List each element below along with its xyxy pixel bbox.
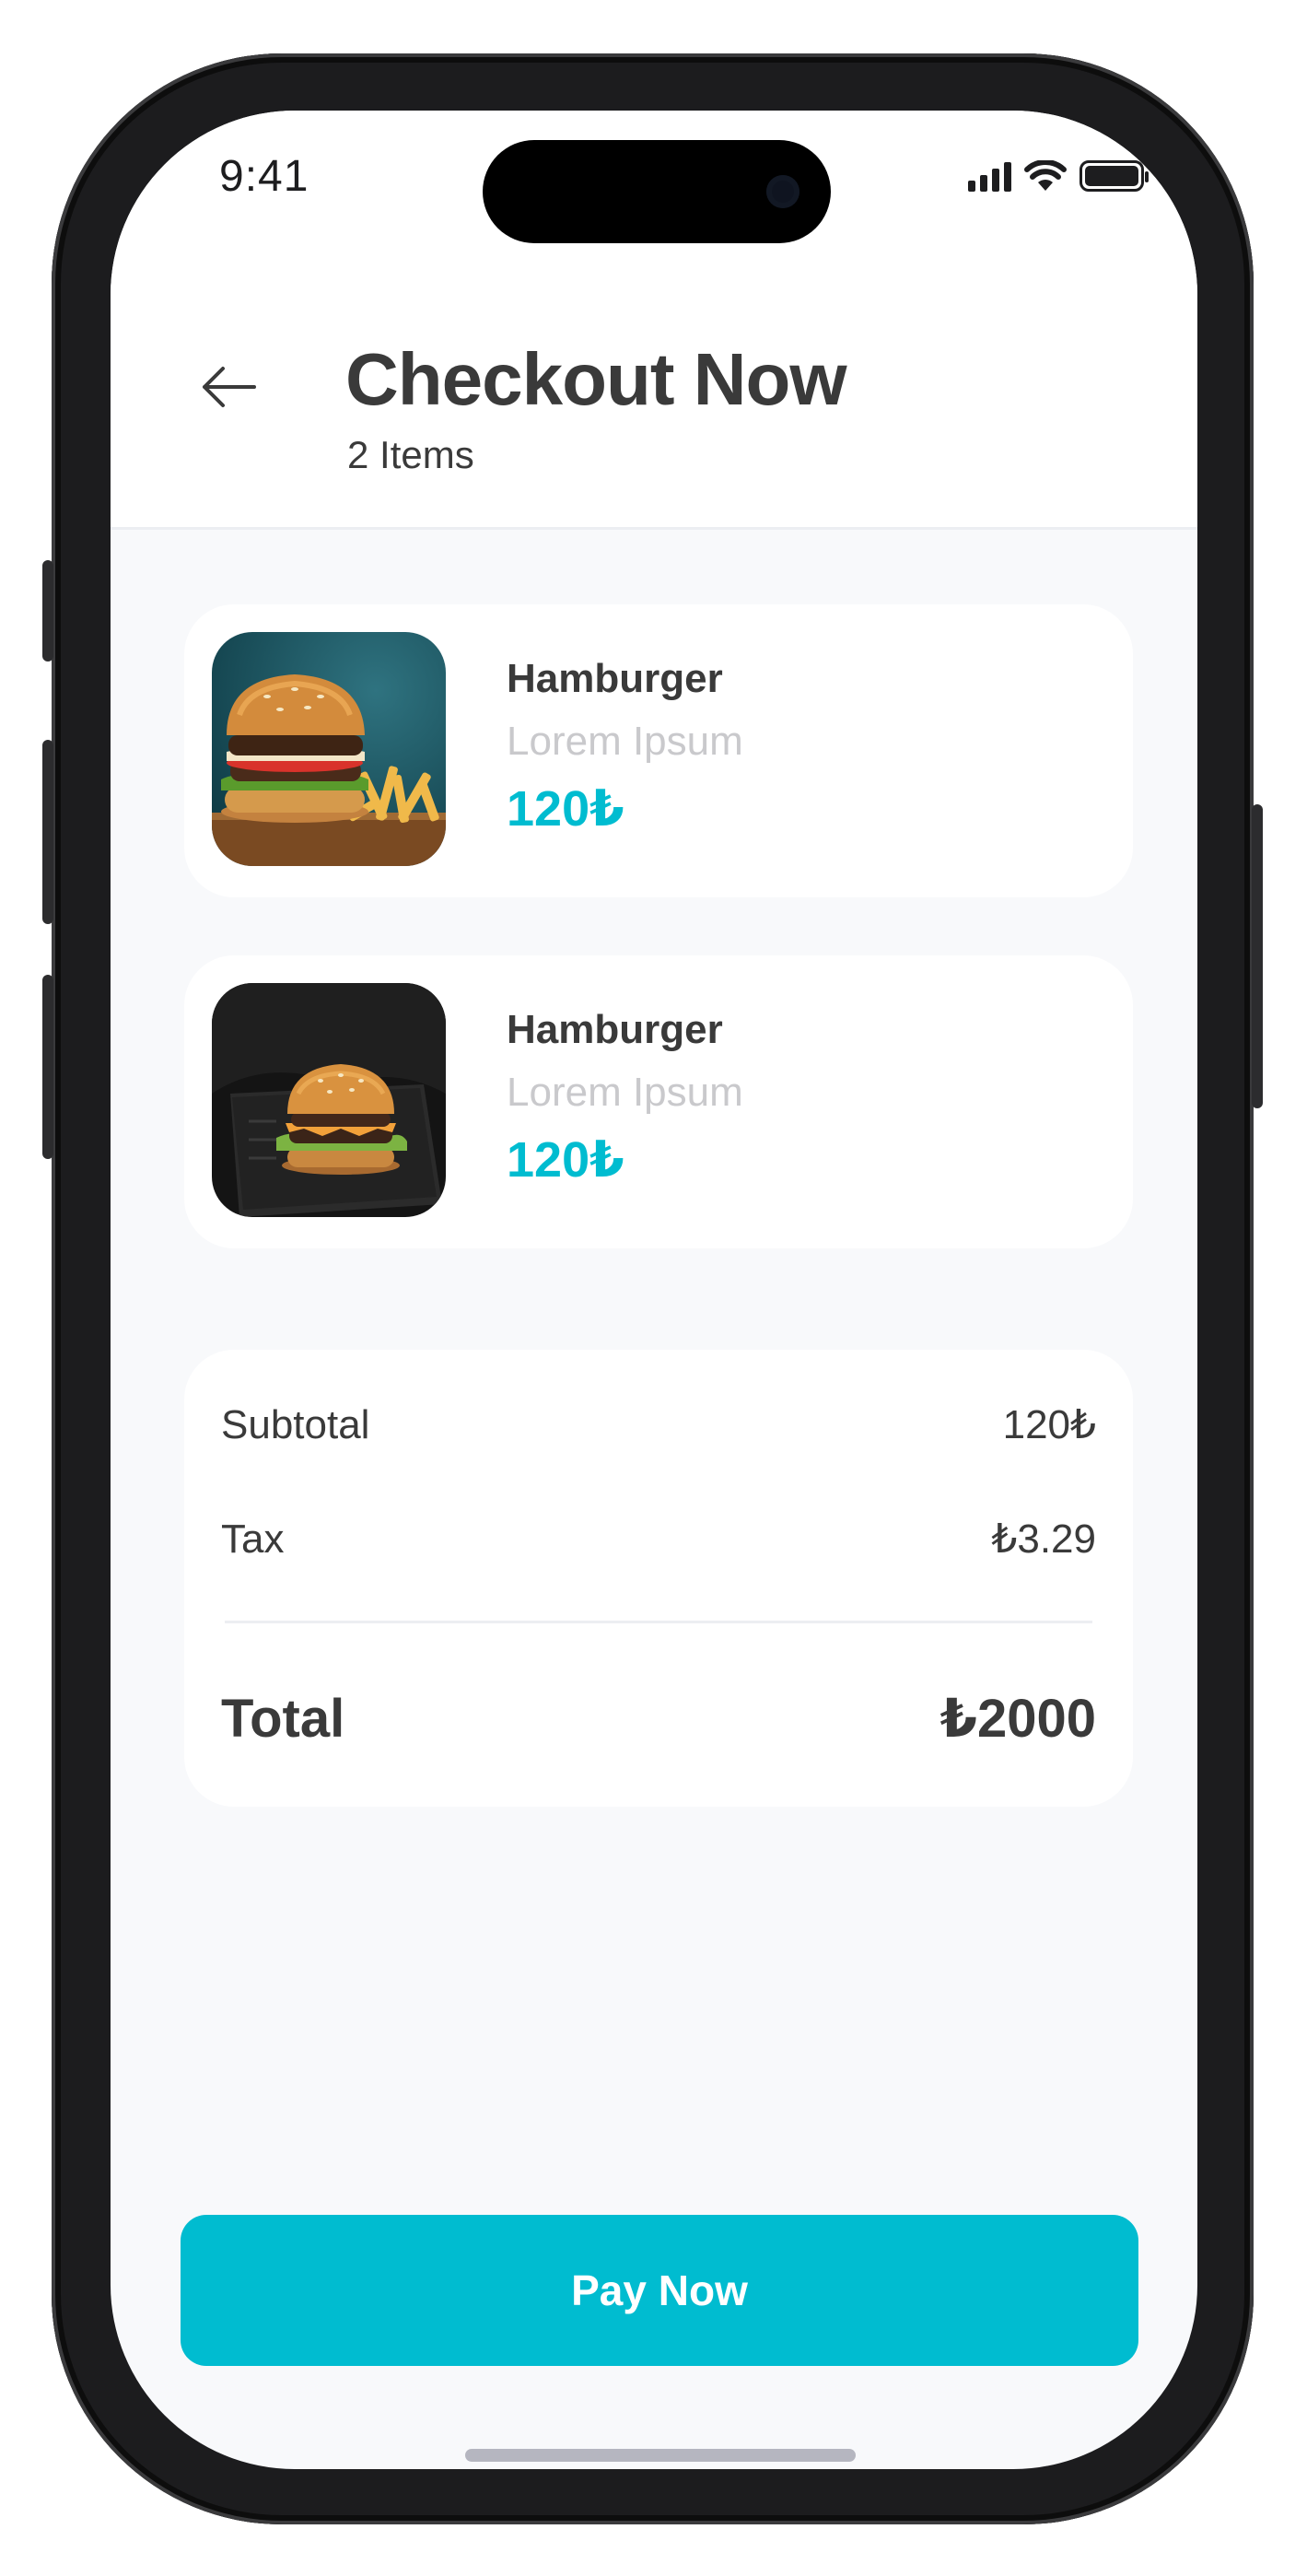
item-count: 2 Items xyxy=(347,433,474,476)
header-area: 9:41 Checkout Now 2 Items xyxy=(111,111,1197,530)
item-description: Lorem Ipsum xyxy=(507,719,743,764)
subtotal-label: Subtotal xyxy=(221,1401,370,1447)
home-indicator[interactable] xyxy=(465,2449,856,2462)
tax-label: Tax xyxy=(221,1516,285,1562)
summary-divider xyxy=(225,1621,1092,1623)
camera-icon xyxy=(766,175,799,208)
battery-icon xyxy=(1079,160,1149,192)
pay-now-button[interactable]: Pay Now xyxy=(181,2215,1138,2366)
dynamic-island xyxy=(483,140,831,243)
tax-row: Tax ₺3.29 xyxy=(221,1516,1096,1563)
item-name: Hamburger xyxy=(507,656,723,701)
back-button[interactable] xyxy=(182,350,274,424)
total-label: Total xyxy=(221,1688,345,1749)
back-arrow-icon xyxy=(203,367,256,407)
volume-up-button xyxy=(42,740,53,924)
order-summary: Subtotal 120₺ Tax ₺3.29 Total ₺2000 xyxy=(184,1350,1133,1807)
power-button xyxy=(1252,804,1263,1108)
total-value: ₺2000 xyxy=(939,1689,1096,1749)
cart-item-card[interactable]: Hamburger Lorem Ipsum 120₺ xyxy=(184,604,1133,897)
status-icons xyxy=(968,160,1149,192)
item-price: 120₺ xyxy=(507,1132,624,1188)
item-price: 120₺ xyxy=(507,781,624,837)
subtotal-value: 120₺ xyxy=(1002,1402,1096,1447)
cellular-signal-icon xyxy=(968,162,1011,192)
subtotal-row: Subtotal 120₺ xyxy=(221,1401,1096,1448)
total-row: Total ₺2000 xyxy=(221,1687,1096,1750)
page-title: Checkout Now xyxy=(345,338,847,420)
cart-item-card[interactable]: Hamburger Lorem Ipsum 120₺ xyxy=(184,955,1133,1248)
tax-value: ₺3.29 xyxy=(991,1516,1096,1562)
burger-with-fries-image xyxy=(212,632,446,866)
item-description: Lorem Ipsum xyxy=(507,1070,743,1115)
item-name: Hamburger xyxy=(507,1007,723,1052)
volume-down-button xyxy=(42,975,53,1159)
burger-on-board-image xyxy=(212,983,446,1217)
mute-switch xyxy=(42,560,53,662)
wifi-icon xyxy=(1024,160,1067,191)
app-screen: 9:41 Checkout Now 2 Items Hamburger Lore… xyxy=(111,111,1197,2469)
status-time: 9:41 xyxy=(219,152,309,201)
